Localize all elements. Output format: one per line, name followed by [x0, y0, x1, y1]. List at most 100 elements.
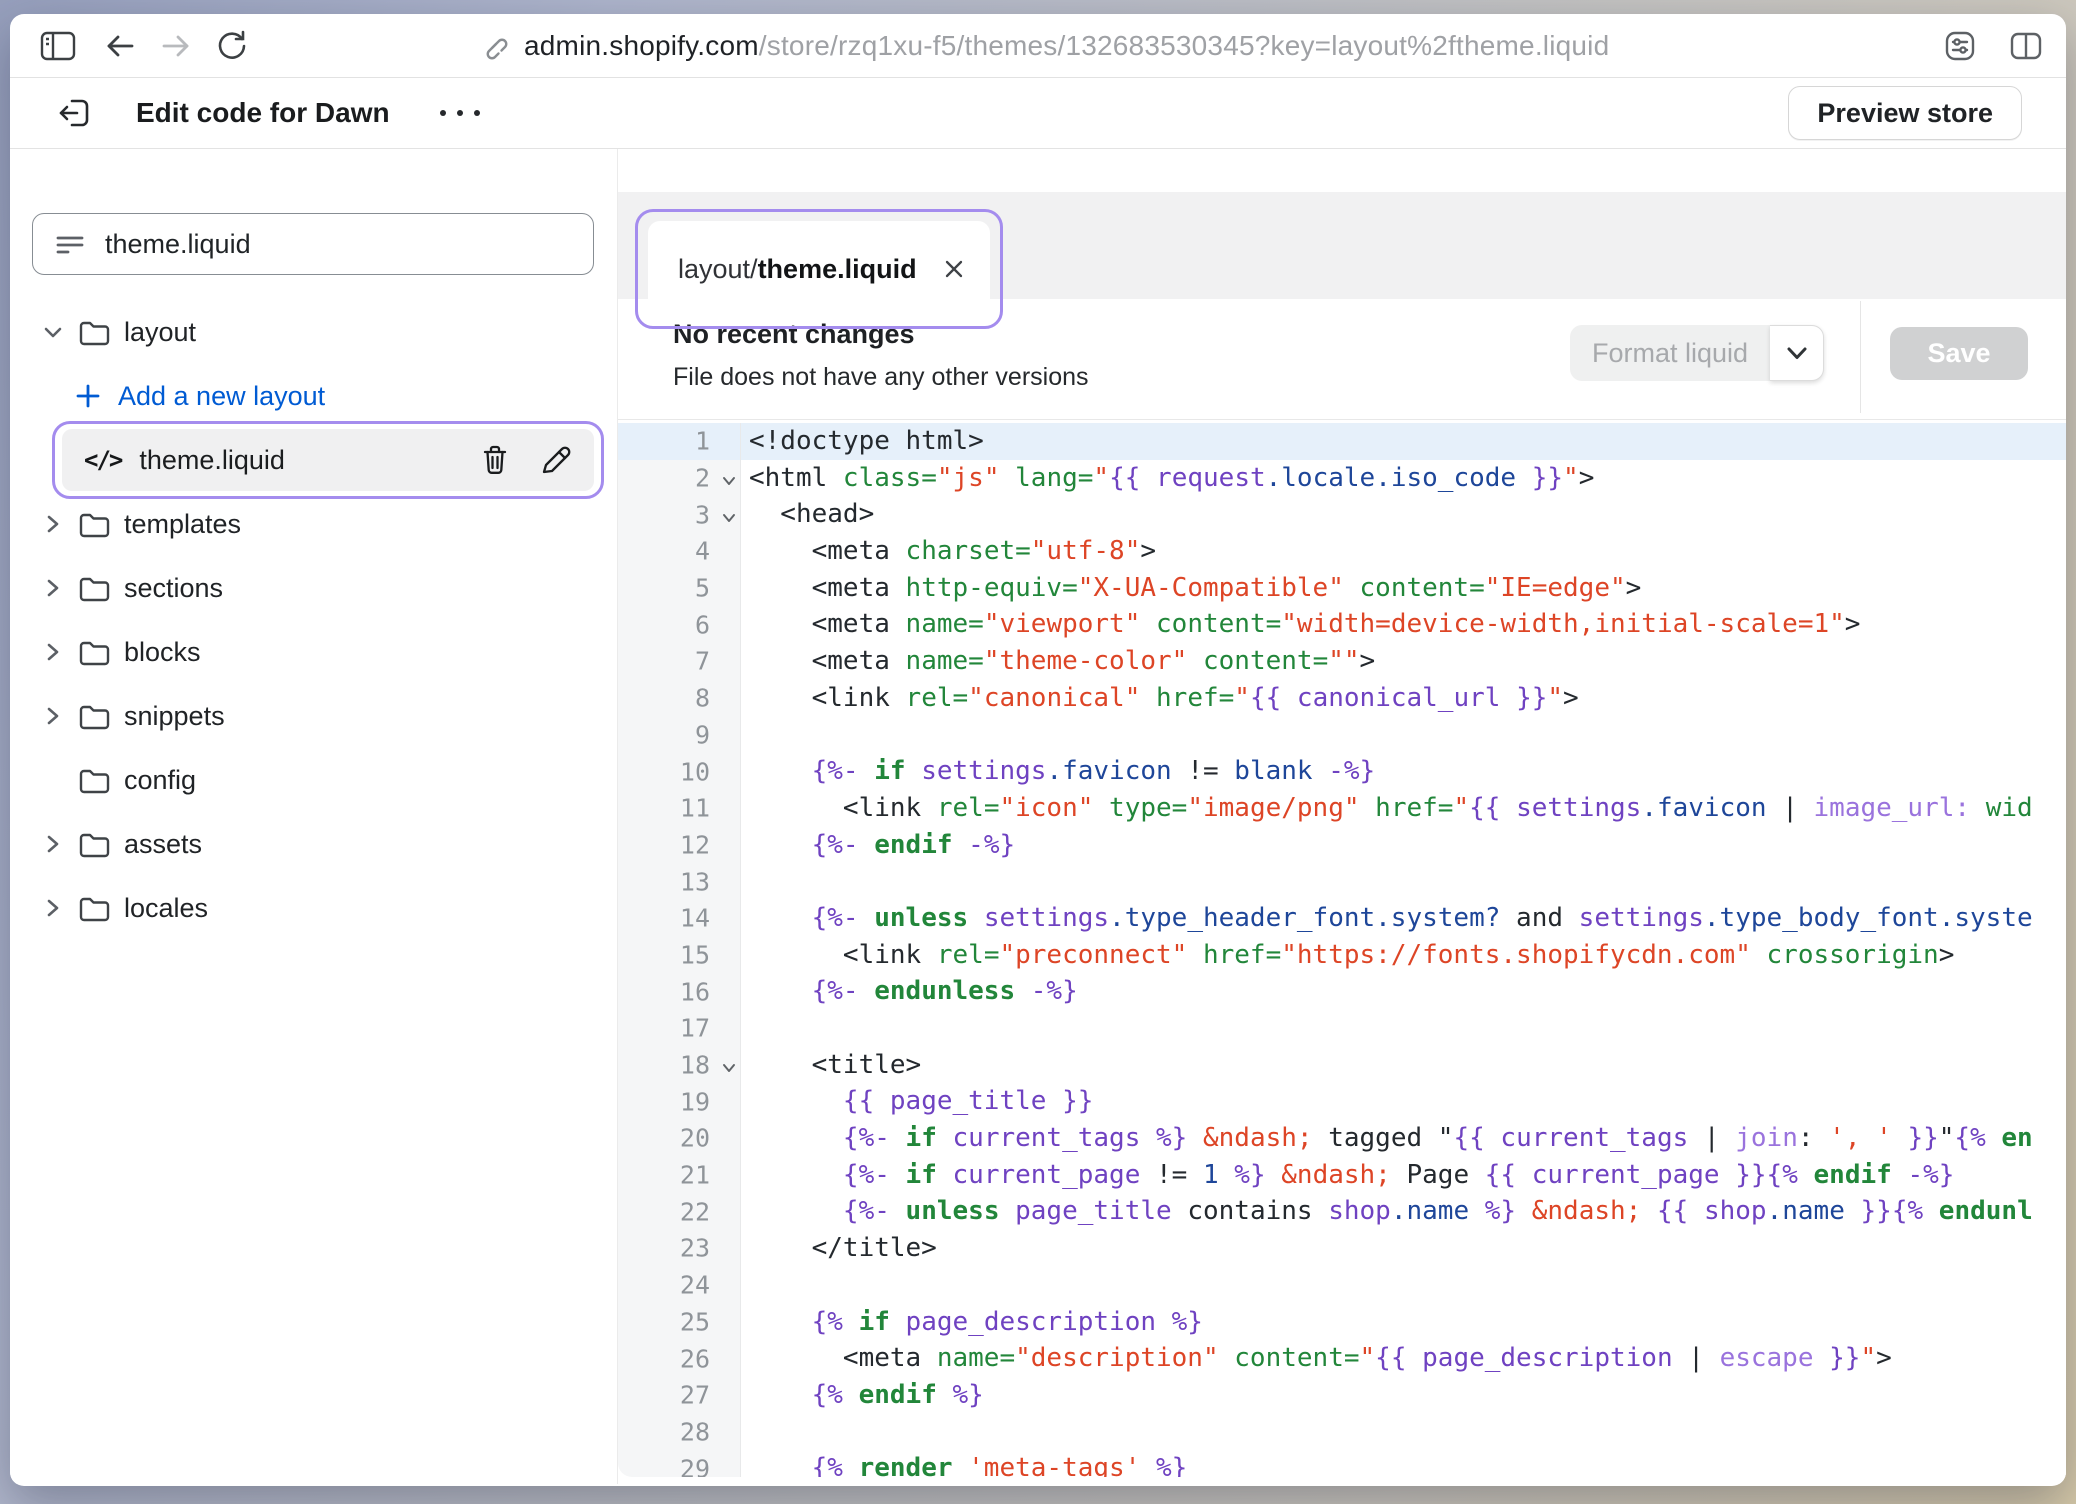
- plus-icon: [74, 382, 102, 410]
- gutter-cell[interactable]: 1: [618, 423, 741, 460]
- sidebar-item-assets[interactable]: assets: [10, 812, 617, 876]
- code-line[interactable]: 19 {{ page_title }}: [618, 1083, 2066, 1120]
- add-new-layout-link[interactable]: Add a new layout: [10, 364, 617, 428]
- preview-store-button[interactable]: Preview store: [1788, 86, 2022, 140]
- sidebar-item-theme-liquid[interactable]: </> theme.liquid: [62, 429, 594, 491]
- code-line[interactable]: 4 <meta charset="utf-8">: [618, 533, 2066, 570]
- gutter-cell[interactable]: 4: [618, 533, 741, 570]
- page-title: Edit code for Dawn: [136, 97, 390, 129]
- gutter-cell[interactable]: 3: [618, 496, 741, 533]
- code-line[interactable]: 15 <link rel="preconnect" href="https://…: [618, 937, 2066, 974]
- gutter-cell[interactable]: 5: [618, 570, 741, 607]
- editor-panel: layout/theme.liquid No recent changes Fi…: [618, 149, 2066, 1484]
- code-line[interactable]: 29 {% render 'meta-tags' %}: [618, 1450, 2066, 1477]
- code-line[interactable]: 6 <meta name="viewport" content="width=d…: [618, 606, 2066, 643]
- code-line[interactable]: 16 {%- endunless -%}: [618, 973, 2066, 1010]
- sidebar-item-config[interactable]: config: [10, 748, 617, 812]
- gutter-cell[interactable]: 29: [618, 1450, 741, 1477]
- code-line[interactable]: 13: [618, 863, 2066, 900]
- gutter-cell[interactable]: 15: [618, 937, 741, 974]
- reload-icon[interactable]: [210, 24, 254, 68]
- sidebar-toggle-icon[interactable]: [36, 24, 80, 68]
- code-line[interactable]: 2<html class="js" lang="{{ request.local…: [618, 460, 2066, 497]
- gutter-cell[interactable]: 2: [618, 460, 741, 497]
- sidebar-item-snippets[interactable]: snippets: [10, 684, 617, 748]
- code-line[interactable]: 5 <meta http-equiv="X-UA-Compatible" con…: [618, 570, 2066, 607]
- gutter-cell[interactable]: 27: [618, 1377, 741, 1414]
- gutter-cell[interactable]: 24: [618, 1267, 741, 1304]
- rename-file-icon[interactable]: [540, 444, 572, 476]
- fold-toggle-icon[interactable]: [722, 476, 736, 486]
- exit-editor-icon[interactable]: [56, 95, 92, 131]
- code-line[interactable]: 3 <head>: [618, 496, 2066, 533]
- gutter-cell[interactable]: 18: [618, 1047, 741, 1084]
- code-editor[interactable]: 1<!doctype html>2<html class="js" lang="…: [618, 420, 2066, 1477]
- sidebar-item-templates[interactable]: templates: [10, 492, 617, 556]
- chevron-down-icon: [40, 325, 66, 339]
- code-line[interactable]: 7 <meta name="theme-color" content="">: [618, 643, 2066, 680]
- code-line[interactable]: 27 {% endif %}: [618, 1377, 2066, 1414]
- file-search-input[interactable]: theme.liquid: [32, 213, 594, 275]
- sidebar-item-label: templates: [124, 509, 241, 540]
- gutter-cell[interactable]: 7: [618, 643, 741, 680]
- code-line[interactable]: 11 <link rel="icon" type="image/png" hre…: [618, 790, 2066, 827]
- code-line[interactable]: 24: [618, 1267, 2066, 1304]
- format-liquid-button[interactable]: Format liquid: [1570, 325, 1770, 381]
- back-arrow-icon[interactable]: [98, 24, 142, 68]
- line-number: 13: [680, 867, 710, 896]
- code-line[interactable]: 18 <title>: [618, 1047, 2066, 1084]
- url-bar[interactable]: admin.shopify.com/store/rzq1xu-f5/themes…: [480, 14, 1609, 77]
- code-line[interactable]: 14 {%- unless settings.type_header_font.…: [618, 900, 2066, 937]
- gutter-cell[interactable]: 12: [618, 827, 741, 864]
- sidebar-item-locales[interactable]: locales: [10, 876, 617, 940]
- gutter-cell[interactable]: 21: [618, 1157, 741, 1194]
- code-line[interactable]: 28: [618, 1414, 2066, 1451]
- chevron-right-icon: [40, 705, 66, 727]
- gutter-cell[interactable]: 9: [618, 717, 741, 754]
- code-line[interactable]: 9: [618, 717, 2066, 754]
- gutter-cell[interactable]: 6: [618, 606, 741, 643]
- code-line[interactable]: 23 </title>: [618, 1230, 2066, 1267]
- code-line[interactable]: 8 <link rel="canonical" href="{{ canonic…: [618, 680, 2066, 717]
- code-line[interactable]: 22 {%- unless page_title contains shop.n…: [618, 1193, 2066, 1230]
- gutter-cell[interactable]: 11: [618, 790, 741, 827]
- overflow-menu-icon[interactable]: [440, 110, 480, 116]
- chevron-right-icon: [40, 833, 66, 855]
- gutter-cell[interactable]: 17: [618, 1010, 741, 1047]
- save-button[interactable]: Save: [1890, 327, 2028, 380]
- url-text: admin.shopify.com/store/rzq1xu-f5/themes…: [524, 30, 1609, 62]
- gutter-cell[interactable]: 19: [618, 1083, 741, 1120]
- folder-icon: [78, 701, 110, 731]
- gutter-cell[interactable]: 16: [618, 973, 741, 1010]
- code-line[interactable]: 25 {% if page_description %}: [618, 1304, 2066, 1341]
- code-line[interactable]: 17: [618, 1010, 2066, 1047]
- format-options-dropdown[interactable]: [1770, 325, 1824, 381]
- code-line[interactable]: 26 <meta name="description" content="{{ …: [618, 1340, 2066, 1377]
- gutter-cell[interactable]: 28: [618, 1414, 741, 1451]
- page-settings-icon[interactable]: [1938, 24, 1982, 68]
- delete-file-icon[interactable]: [480, 444, 510, 476]
- forward-arrow-icon[interactable]: [154, 24, 198, 68]
- gutter-cell[interactable]: 25: [618, 1304, 741, 1341]
- code-line[interactable]: 1<!doctype html>: [618, 423, 2066, 460]
- gutter-cell[interactable]: 8: [618, 680, 741, 717]
- code-line[interactable]: 20 {%- if current_tags %} &ndash; tagged…: [618, 1120, 2066, 1157]
- fold-toggle-icon[interactable]: [722, 513, 736, 523]
- sidebar-item-layout[interactable]: layout: [10, 300, 617, 364]
- split-view-icon[interactable]: [2004, 24, 2048, 68]
- gutter-cell[interactable]: 10: [618, 753, 741, 790]
- gutter-cell[interactable]: 22: [618, 1193, 741, 1230]
- code-line[interactable]: 21 {%- if current_page != 1 %} &ndash; P…: [618, 1157, 2066, 1194]
- sidebar-item-label: assets: [124, 829, 202, 860]
- gutter-cell[interactable]: 23: [618, 1230, 741, 1267]
- fold-toggle-icon[interactable]: [722, 1063, 736, 1073]
- gutter-cell[interactable]: 26: [618, 1340, 741, 1377]
- gutter-cell[interactable]: 20: [618, 1120, 741, 1157]
- code-line[interactable]: 10 {%- if settings.favicon != blank -%}: [618, 753, 2066, 790]
- sidebar-item-sections[interactable]: sections: [10, 556, 617, 620]
- code-line[interactable]: 12 {%- endif -%}: [618, 827, 2066, 864]
- sidebar-item-blocks[interactable]: blocks: [10, 620, 617, 684]
- filter-icon: [55, 232, 85, 256]
- gutter-cell[interactable]: 13: [618, 863, 741, 900]
- gutter-cell[interactable]: 14: [618, 900, 741, 937]
